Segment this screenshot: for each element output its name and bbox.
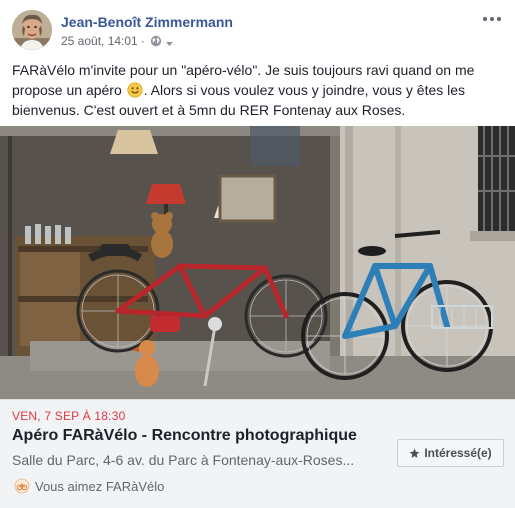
event-location: Salle du Parc, 4-6 av. du Parc à Fontena… (12, 452, 355, 468)
event-card[interactable]: VEN, 7 SEP À 18:30 Apéro FARàVélo - Renc… (0, 399, 515, 508)
interested-label: Intéressé(e) (424, 446, 492, 460)
social-context-text: Vous aimez FARàVélo (35, 478, 165, 494)
event-cover-photo[interactable] (0, 126, 515, 399)
meta-separator: · (140, 34, 145, 48)
star-icon (409, 448, 420, 459)
page-like-icon (14, 478, 30, 494)
post-header: Jean-Benoît Zimmermann 25 août, 14:01 · (12, 10, 503, 52)
author-name[interactable]: Jean-Benoît Zimmermann (61, 14, 233, 30)
social-context: Vous aimez FARàVélo (14, 478, 164, 494)
post-timestamp[interactable]: 25 août, 14:01 (61, 34, 138, 48)
post-meta: 25 août, 14:01 · (61, 34, 174, 48)
post-message: FARàVélo m'invite pour un "apéro-vélo". … (12, 60, 502, 120)
globe-icon[interactable] (150, 35, 162, 47)
more-horizontal-icon[interactable] (481, 12, 503, 26)
feed-post: Jean-Benoît Zimmermann 25 août, 14:01 · (0, 0, 515, 508)
smile-emoji (127, 82, 143, 98)
interested-button[interactable]: Intéressé(e) (397, 439, 504, 467)
event-date: VEN, 7 SEP À 18:30 (12, 409, 126, 423)
event-title[interactable]: Apéro FARàVélo - Rencontre photographiqu… (12, 427, 357, 445)
author-avatar[interactable] (12, 10, 52, 50)
caret-down-icon[interactable] (165, 37, 174, 46)
